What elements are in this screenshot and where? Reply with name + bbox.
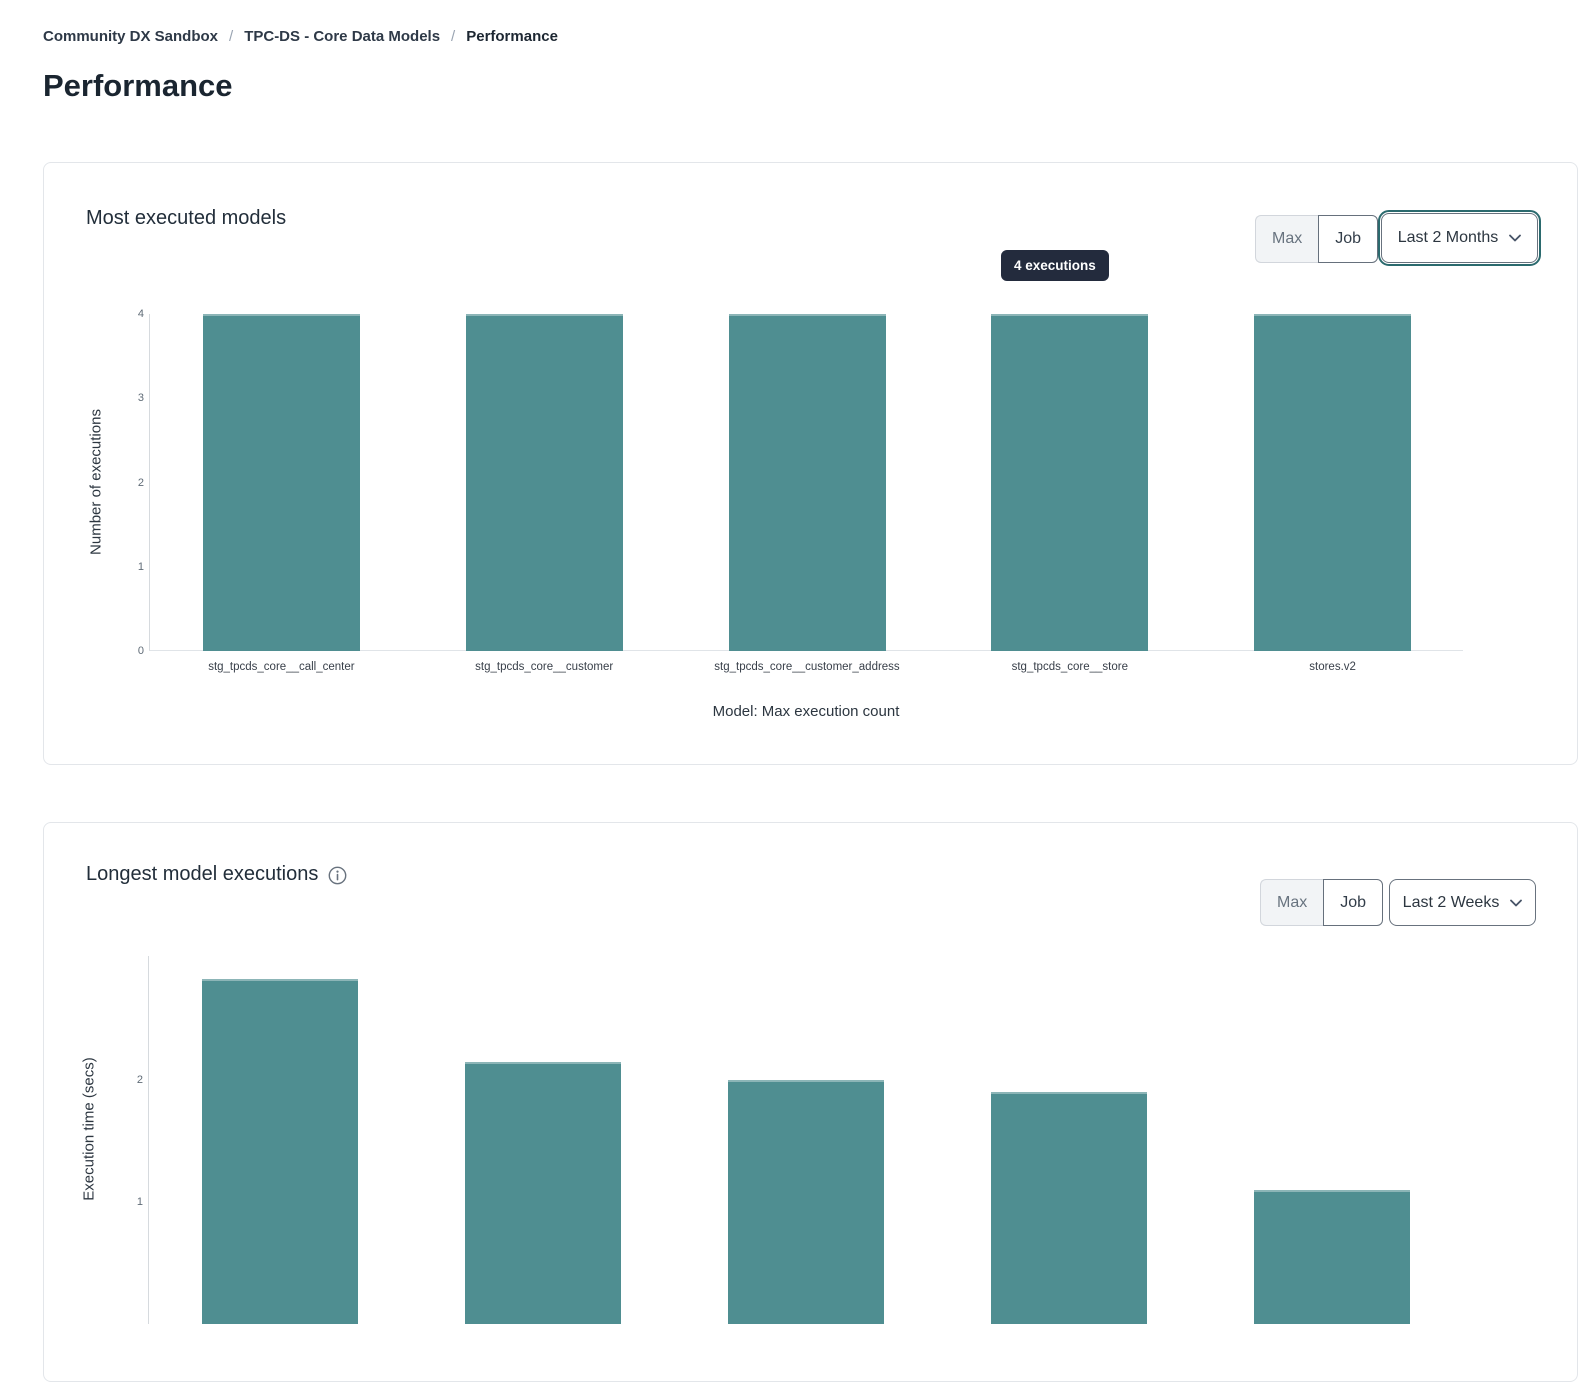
time-range-select[interactable]: Last 2 Months	[1381, 213, 1538, 263]
breadcrumb: Community DX Sandbox / TPC-DS - Core Data …	[43, 28, 558, 45]
y-axis-tick: 1	[119, 1196, 143, 1208]
toggle-max-button[interactable]: Max	[1255, 215, 1318, 263]
y-axis-title: Execution time (secs)	[81, 1057, 98, 1200]
x-axis-label: stg_tpcds_core__customer	[475, 661, 613, 673]
chevron-down-icon	[1510, 894, 1522, 912]
bar[interactable]	[729, 314, 886, 651]
chart-tooltip: 4 executions	[1001, 250, 1109, 281]
bar[interactable]	[202, 979, 358, 1324]
y-axis-tick: 0	[120, 645, 144, 657]
card-longest-executions: Longest model executions MaxJob Last 2 W…	[43, 822, 1578, 1382]
breadcrumb-separator: /	[451, 28, 455, 45]
time-range-value: Last 2 Weeks	[1403, 894, 1500, 912]
breadcrumb-item[interactable]: Community DX Sandbox	[43, 28, 218, 45]
y-axis-tick: 2	[119, 1074, 143, 1086]
bar[interactable]	[466, 314, 623, 651]
x-axis-label: stg_tpcds_core__store	[1012, 661, 1128, 673]
bar-chart-longest-executions: 12	[148, 956, 1462, 1324]
max-job-toggle: MaxJob	[1260, 879, 1383, 926]
bar[interactable]	[991, 1092, 1147, 1324]
card-title-text: Most executed models	[86, 207, 286, 230]
card-title-text: Longest model executions	[86, 863, 318, 886]
card-most-executed-models: Most executed models MaxJob Last 2 Month…	[43, 162, 1578, 765]
time-range-value: Last 2 Months	[1398, 229, 1499, 247]
page-title: Performance	[43, 68, 233, 104]
bar[interactable]	[991, 314, 1148, 651]
y-axis-title: Number of executions	[88, 409, 105, 555]
toggle-job-button[interactable]: Job	[1318, 215, 1378, 263]
x-axis-title: Model: Max execution count	[713, 703, 900, 720]
bar[interactable]	[1254, 314, 1411, 651]
info-icon[interactable]	[328, 866, 347, 885]
breadcrumb-separator: /	[229, 28, 233, 45]
y-axis-tick: 2	[120, 477, 144, 489]
x-axis-label: stg_tpcds_core__customer_address	[714, 661, 899, 673]
toggle-max-button[interactable]: Max	[1260, 879, 1323, 926]
toggle-job-button[interactable]: Job	[1323, 879, 1383, 926]
y-axis-tick: 3	[120, 392, 144, 404]
y-axis-tick: 1	[120, 561, 144, 573]
bar-chart-most-executed: 01234stg_tpcds_core__call_centerstg_tpcd…	[149, 314, 1463, 651]
x-axis-label: stg_tpcds_core__call_center	[208, 661, 354, 673]
time-range-select[interactable]: Last 2 Weeks	[1389, 879, 1536, 926]
card-title: Most executed models	[86, 207, 286, 230]
y-axis-tick: 4	[120, 308, 144, 320]
bar[interactable]	[203, 314, 360, 651]
chevron-down-icon	[1509, 229, 1521, 247]
bar[interactable]	[728, 1080, 884, 1324]
card-title: Longest model executions	[86, 863, 347, 886]
breadcrumb-item[interactable]: TPC-DS - Core Data Models	[244, 28, 440, 45]
bar[interactable]	[465, 1062, 621, 1324]
x-axis-label: stores.v2	[1309, 661, 1356, 673]
breadcrumb-item: Performance	[466, 28, 558, 45]
max-job-toggle: MaxJob	[1255, 215, 1378, 263]
